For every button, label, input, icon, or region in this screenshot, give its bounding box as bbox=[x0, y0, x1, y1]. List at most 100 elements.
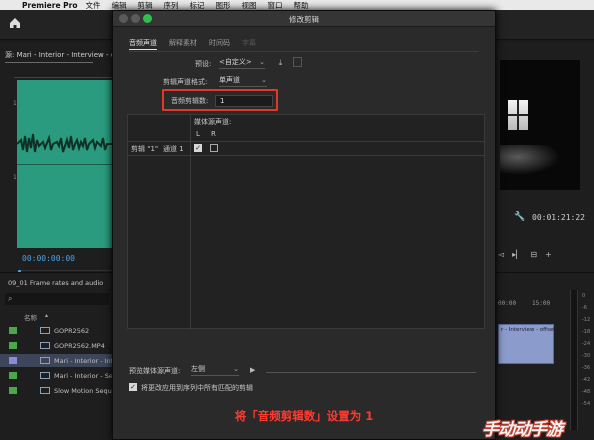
tab-underline bbox=[5, 62, 93, 63]
wrench-icon[interactable]: 🔧 bbox=[514, 212, 525, 222]
timeline-time-1: 15:00 bbox=[532, 300, 551, 307]
label-color-swatch bbox=[9, 372, 17, 379]
menu-graphics[interactable]: 图形 bbox=[216, 0, 231, 11]
floor-light bbox=[500, 145, 560, 175]
meter-label: -48 bbox=[582, 389, 591, 395]
audio-meter bbox=[570, 290, 578, 430]
apply-all-label: 将更改应用到序列中所有匹配的剪辑 bbox=[141, 384, 253, 392]
menubar-app-name[interactable]: Premiere Pro bbox=[22, 1, 78, 10]
clip-channel-format-label: 剪辑声道格式: bbox=[163, 78, 208, 86]
sort-up-icon: ▴ bbox=[45, 312, 49, 319]
meter-label: -54 bbox=[582, 401, 591, 407]
menu-clip[interactable]: 剪辑 bbox=[138, 0, 153, 11]
play-icon[interactable]: ▶ bbox=[250, 366, 255, 374]
media-source-channel-label: 媒体源声道: bbox=[194, 118, 232, 126]
meter-label: -42 bbox=[582, 377, 591, 383]
project-search-input[interactable]: ⌕ bbox=[5, 293, 109, 305]
column-name-label: 名称 bbox=[24, 314, 37, 322]
channel-row-label: 通道 1 bbox=[163, 145, 184, 153]
clip-channel-format-dropdown[interactable]: 单声道 ⌄ bbox=[219, 75, 267, 87]
timeline-clip[interactable]: r - Interview - offset bbox=[498, 324, 556, 364]
sequence-icon bbox=[40, 387, 50, 394]
meter-label: -36 bbox=[582, 365, 591, 371]
timeline-clip-label: r - Interview - offset bbox=[501, 327, 556, 333]
meter-label: 0 bbox=[582, 293, 586, 299]
source-panel-tab[interactable]: 源: Mari - Interior - Interview - offse bbox=[5, 50, 128, 60]
menu-view[interactable]: 视图 bbox=[242, 0, 257, 11]
list-item-name: GOPR2562 bbox=[54, 327, 90, 335]
delete-preset-icon bbox=[293, 57, 302, 67]
channel-mapping-grid: 媒体源声道: L R 剪辑 "1" 通道 1 ✓ bbox=[127, 114, 485, 330]
menu-markers[interactable]: 标记 bbox=[190, 0, 205, 11]
label-color-swatch bbox=[9, 327, 17, 334]
preview-channel-dropdown[interactable]: 左侧 ⌄ bbox=[191, 364, 239, 376]
source-timecode[interactable]: 00:00:00:00 bbox=[22, 254, 75, 263]
search-icon: ⌕ bbox=[8, 294, 13, 303]
list-item[interactable]: Mari - Interior - Interv bbox=[0, 354, 112, 367]
channel-R-header: R bbox=[211, 130, 216, 138]
dialog-titlebar[interactable]: 修改剪辑 bbox=[113, 11, 495, 27]
menu-file[interactable]: 文件 bbox=[86, 0, 101, 11]
label-color-swatch bbox=[9, 387, 17, 394]
label-color-swatch bbox=[9, 357, 17, 364]
dialog-title: 修改剪辑 bbox=[289, 15, 319, 24]
grid-header-divider bbox=[128, 141, 484, 142]
menu-window[interactable]: 窗口 bbox=[268, 0, 283, 11]
project-title[interactable]: 09_01 Frame rates and audio bbox=[8, 279, 103, 287]
window-mullion bbox=[508, 114, 528, 116]
waveform-divider bbox=[17, 164, 112, 165]
sequence-icon bbox=[40, 372, 50, 379]
meter-scale: 0 -6 -12 -18 -24 -30 -36 -42 -48 -54 bbox=[582, 290, 590, 410]
lift-icon[interactable]: ⊟ bbox=[530, 250, 537, 262]
chevron-down-icon: ⌄ bbox=[259, 58, 265, 66]
step-forward-icon[interactable]: ▸▏ bbox=[512, 250, 522, 262]
menu-sequence[interactable]: 序列 bbox=[164, 0, 179, 11]
list-item[interactable]: Mari - Interior - Sec bbox=[0, 369, 112, 382]
tabs-divider bbox=[129, 51, 479, 52]
grid-row-divider bbox=[128, 155, 484, 156]
source-monitor-panel: 源: Mari - Interior - Interview - offse 1… bbox=[0, 42, 128, 278]
channel-L-header: L bbox=[196, 130, 200, 138]
chevron-down-icon: ⌄ bbox=[261, 76, 267, 84]
waveform-shape bbox=[17, 133, 112, 153]
modify-clip-dialog: 修改剪辑 音频声道 解释素材 时间码 字幕 预设: <自定义> ⌄ ⤓ 剪辑声道… bbox=[112, 10, 496, 440]
save-preset-icon[interactable]: ⤓ bbox=[275, 57, 286, 68]
menubar: Premiere Pro 文件 编辑 剪辑 序列 标记 图形 视图 窗口 帮助 bbox=[0, 0, 594, 10]
apply-all-checkbox[interactable]: ✓ bbox=[129, 383, 137, 391]
project-column-header[interactable]: 名称 ▴ bbox=[0, 310, 112, 322]
add-icon[interactable]: + bbox=[545, 250, 552, 262]
dialog-tabs: 音频声道 解释素材 时间码 字幕 bbox=[129, 38, 256, 50]
list-item[interactable]: GOPR2562 bbox=[0, 324, 112, 337]
preset-dropdown[interactable]: <自定义> ⌄ bbox=[219, 57, 265, 69]
channel-L-checkbox[interactable]: ✓ bbox=[194, 144, 202, 152]
meter-label: -30 bbox=[582, 353, 591, 359]
preview-scrub-slider[interactable] bbox=[266, 372, 476, 373]
label-color-swatch bbox=[9, 342, 17, 349]
source-ruler[interactable] bbox=[14, 70, 112, 78]
tab-audio-channels[interactable]: 音频声道 bbox=[129, 38, 157, 50]
audio-waveform[interactable] bbox=[17, 80, 112, 248]
meter-label: -12 bbox=[582, 317, 591, 323]
site-watermark: 手动动手游 bbox=[482, 420, 563, 440]
menu-edit[interactable]: 编辑 bbox=[112, 0, 127, 11]
sequence-icon bbox=[40, 327, 50, 334]
mark-in-icon[interactable]: ◅ bbox=[498, 250, 504, 262]
tutorial-caption: 将「音频剪辑数」设置为 1 bbox=[234, 409, 374, 423]
meter-label: -18 bbox=[582, 329, 591, 335]
project-panel: 09_01 Frame rates and audio ⌕ 名称 ▴ GOPR2… bbox=[0, 272, 112, 440]
tab-timecode[interactable]: 时间码 bbox=[209, 38, 230, 50]
menu-help[interactable]: 帮助 bbox=[294, 0, 309, 11]
home-icon[interactable] bbox=[8, 16, 22, 30]
program-controls: ◅ ▸▏ ⊟ + bbox=[498, 250, 594, 262]
clip-row-label: 剪辑 "1" bbox=[131, 145, 159, 153]
chevron-down-icon: ⌄ bbox=[233, 365, 239, 373]
channel-R-checkbox[interactable] bbox=[210, 144, 218, 152]
grid-divider bbox=[190, 115, 191, 330]
program-timecode[interactable]: 00:01:21:22 bbox=[532, 213, 585, 222]
list-item-name: GOPR2562.MP4 bbox=[54, 342, 105, 350]
list-item[interactable]: GOPR2562.MP4 bbox=[0, 339, 112, 352]
list-item[interactable]: Slow Motion Seque bbox=[0, 384, 112, 397]
red-highlight-box bbox=[162, 89, 278, 111]
clip-channel-format-value: 单声道 bbox=[219, 76, 240, 84]
tab-interpret-footage[interactable]: 解释素材 bbox=[169, 38, 197, 50]
